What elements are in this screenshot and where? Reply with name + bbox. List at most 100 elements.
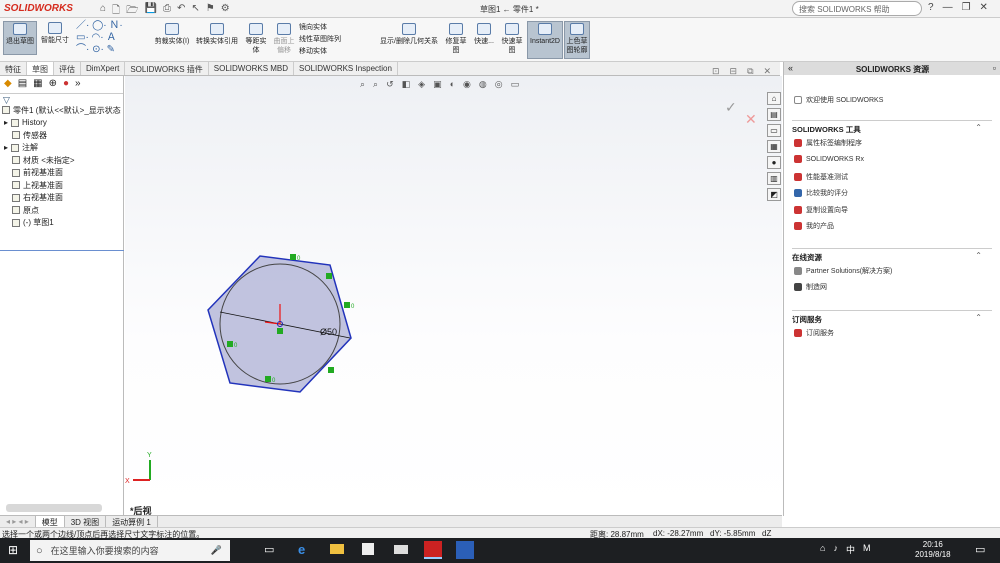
edge-icon[interactable]: e: [298, 542, 305, 557]
taskbar-search[interactable]: ○ 在这里输入你要搜索的内容 🎤: [30, 540, 230, 561]
relation-icon[interactable]: [290, 254, 296, 260]
microphone-icon[interactable]: 🎤: [211, 545, 222, 556]
restore-button[interactable]: ❐: [962, 2, 971, 13]
tab-addins[interactable]: SOLIDWORKS 插件: [125, 62, 209, 75]
tool-link[interactable]: 性能基准测试: [794, 172, 848, 182]
smart-dimension-button[interactable]: 智能尺寸: [38, 21, 72, 55]
offset-entities-button[interactable]: 等距实体: [243, 22, 269, 56]
appearances-icon[interactable]: ●: [767, 156, 781, 169]
relations-button[interactable]: 显示/删除几何关系: [378, 22, 440, 56]
word-taskbar-icon[interactable]: [456, 541, 474, 559]
pin-pane-icon[interactable]: ▫: [993, 63, 996, 73]
online-link[interactable]: Partner Solutions(解决方案): [794, 266, 892, 276]
tool-link[interactable]: SOLIDWORKS Rx: [794, 155, 864, 163]
horizontal-scrollbar[interactable]: [6, 504, 102, 512]
tree-item-origin[interactable]: 原点: [0, 204, 124, 217]
custom-properties-icon[interactable]: ▥: [767, 172, 781, 185]
dynamic-annotation-icon[interactable]: ◈: [418, 79, 425, 90]
hide-show-icon[interactable]: ◉: [463, 79, 471, 90]
solidworks-taskbar-icon[interactable]: [424, 541, 442, 559]
volume-icon[interactable]: ♪: [833, 543, 838, 556]
appearance-icon[interactable]: ◍: [479, 79, 487, 90]
store-icon[interactable]: [362, 543, 374, 555]
mirror-entities-button[interactable]: 镜向实体: [299, 22, 371, 34]
surface-offset-button[interactable]: 曲面上偏移: [271, 22, 297, 56]
chevron-up-icon[interactable]: ⌃: [975, 251, 982, 260]
trim-entities-button[interactable]: 剪裁实体(I): [152, 22, 192, 56]
shaded-sketch-button[interactable]: 上色草图轮廓: [564, 21, 590, 59]
tab-nav-arrows[interactable]: ◂ ▸ ◂ ▸: [0, 516, 36, 527]
view-orientation-icon[interactable]: ▣: [433, 79, 442, 90]
tree-item-front-plane[interactable]: 前视基准面: [0, 167, 124, 180]
help-button[interactable]: ?: [928, 2, 934, 13]
instant2d-button[interactable]: Instant2D: [527, 21, 563, 59]
design-library-icon[interactable]: ▤: [767, 108, 781, 121]
tree-item-sensors[interactable]: 传感器: [0, 129, 124, 142]
diameter-dimension[interactable]: Ø50: [320, 327, 337, 337]
relation-icon[interactable]: [277, 328, 283, 334]
minimize-button[interactable]: —: [943, 2, 953, 13]
relation-icon[interactable]: [344, 302, 350, 308]
home-tab-icon[interactable]: ⌂: [767, 92, 781, 105]
tool-link[interactable]: 我的产品: [794, 221, 834, 231]
subscription-link[interactable]: 订阅服务: [794, 328, 834, 338]
view-settings-icon[interactable]: ▭: [511, 79, 520, 90]
sketch-canvas[interactable]: Ø50 0 0 0 0 X Y ✓ ✕: [125, 76, 782, 516]
task-view-icon[interactable]: ▭: [264, 543, 274, 556]
windows-start-icon[interactable]: ⊞: [8, 543, 18, 557]
move-entities-button[interactable]: 移动实体: [299, 46, 371, 58]
linear-pattern-button[interactable]: 线性草图阵列: [299, 34, 371, 46]
forum-icon[interactable]: ◩: [767, 188, 781, 201]
network-icon[interactable]: ⌂: [820, 543, 825, 556]
tab-features[interactable]: 特征: [0, 62, 27, 75]
viewport-restore-icon[interactable]: ⧉: [747, 66, 753, 77]
rollback-bar[interactable]: [0, 250, 124, 251]
display-manager-tab-icon[interactable]: ●: [63, 78, 69, 91]
section-view-icon[interactable]: ◧: [402, 79, 411, 90]
tree-item-part[interactable]: 零件1 (默认<<默认>_显示状态: [0, 104, 124, 117]
cancel-sketch-icon[interactable]: ✕: [745, 111, 757, 127]
close-button[interactable]: ✕: [980, 2, 988, 13]
config-manager-tab-icon[interactable]: ▦: [33, 78, 42, 91]
relation-icon[interactable]: [326, 273, 332, 279]
tab-model[interactable]: 模型: [35, 516, 65, 527]
tab-dimxpert[interactable]: DimXpert: [81, 62, 126, 75]
zoom-fit-icon[interactable]: ⌕: [360, 79, 365, 90]
tree-item-material[interactable]: 材质 <未指定>: [0, 154, 124, 167]
convert-entities-button[interactable]: 转换实体引用: [194, 22, 240, 56]
dimxpert-tab-icon[interactable]: ⊕: [49, 78, 57, 91]
tool-link[interactable]: 比较我的评分: [794, 188, 848, 198]
welcome-link[interactable]: 欢迎使用 SOLIDWORKS: [794, 95, 883, 105]
scene-icon[interactable]: ◎: [495, 79, 503, 90]
file-explorer-icon[interactable]: ▭: [767, 124, 781, 137]
confirm-sketch-icon[interactable]: ✓: [725, 99, 737, 115]
property-manager-tab-icon[interactable]: ▤: [18, 78, 27, 91]
collapse-pane-icon[interactable]: «: [788, 63, 793, 73]
viewport-split-icon[interactable]: ⊡: [712, 66, 720, 77]
zoom-area-icon[interactable]: ⌕: [373, 79, 378, 90]
feature-tree-tab-icon[interactable]: ◆: [4, 78, 12, 91]
sketch-entities-group[interactable]: ／· ◯· Ｎ· ▭· ◠· Ａ ⌒· ⊙· ✎: [76, 20, 148, 58]
tool-link[interactable]: 属性标签编制程序: [794, 138, 862, 148]
relation-icon[interactable]: [227, 341, 233, 347]
viewport-close-icon[interactable]: ✕: [764, 66, 772, 77]
quick-sketch-button[interactable]: 快速草图: [500, 22, 524, 56]
tab-3d-views[interactable]: 3D 视图: [65, 516, 107, 527]
language-indicator[interactable]: 中: [846, 543, 855, 556]
expand-panel-icon[interactable]: »: [75, 78, 81, 91]
chevron-up-icon[interactable]: ⌃: [975, 313, 982, 322]
ime-indicator[interactable]: M: [863, 543, 871, 556]
tree-item-right-plane[interactable]: 右视基准面: [0, 192, 124, 205]
tab-mbd[interactable]: SOLIDWORKS MBD: [209, 62, 295, 75]
tab-sketch[interactable]: 草图: [27, 62, 54, 75]
relation-icon[interactable]: [265, 376, 271, 382]
viewport-minimize-icon[interactable]: ⊟: [730, 66, 738, 77]
quick-snaps-button[interactable]: 快速...: [472, 22, 496, 56]
previous-view-icon[interactable]: ↺: [386, 79, 394, 90]
tab-evaluate[interactable]: 评估: [54, 62, 81, 75]
graphics-area[interactable]: Ø50 0 0 0 0 X Y ✓ ✕: [125, 76, 782, 516]
repair-sketch-button[interactable]: 修复草图: [443, 22, 469, 56]
solidworks-logo[interactable]: SOLIDWORKS: [4, 3, 73, 14]
mail-icon[interactable]: [394, 545, 408, 554]
file-explorer-taskbar-icon[interactable]: [330, 544, 344, 554]
